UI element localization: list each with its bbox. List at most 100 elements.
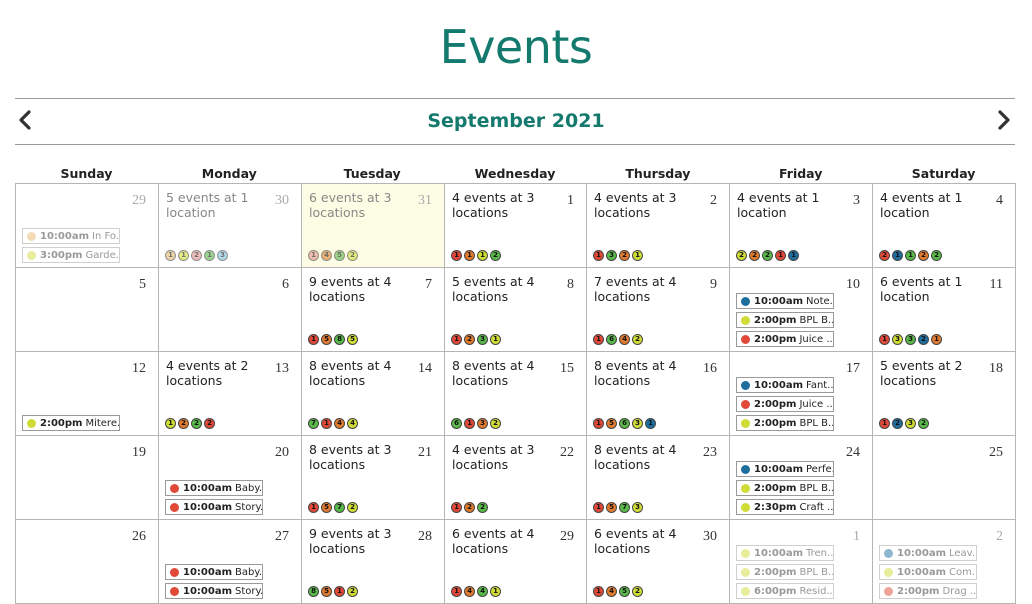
event-item[interactable]: 10:00amPerfe... bbox=[736, 461, 834, 477]
day-cell[interactable]: 19 bbox=[15, 435, 159, 520]
event-item[interactable]: 10:00amCom... bbox=[879, 564, 977, 580]
day-cell[interactable]: 6 bbox=[158, 267, 302, 352]
event-item[interactable]: 2:00pmBPL B... bbox=[736, 312, 834, 328]
location-count-badge[interactable]: 3 bbox=[606, 250, 617, 261]
location-count-badge[interactable]: 7 bbox=[334, 502, 345, 513]
location-count-badge[interactable]: 1 bbox=[334, 586, 345, 597]
day-cell[interactable]: 9 7 events at 4 locations 1 6 4 2 bbox=[586, 267, 730, 352]
next-month-button[interactable] bbox=[993, 108, 1015, 132]
event-summary[interactable]: 9 events at 3 locations bbox=[309, 526, 419, 556]
event-item[interactable]: 2:00pmBPL B... bbox=[736, 415, 834, 431]
day-cell[interactable]: 2010:00amBaby...10:00amStory... bbox=[158, 435, 302, 520]
location-count-badge[interactable]: 1 bbox=[464, 250, 475, 261]
location-count-badge[interactable]: 1 bbox=[308, 502, 319, 513]
location-count-badge[interactable]: 6 bbox=[619, 418, 630, 429]
location-count-badge[interactable]: 2 bbox=[178, 418, 189, 429]
day-cell[interactable]: 12 2:00pmMitere... bbox=[15, 351, 159, 436]
location-count-badge[interactable]: 2 bbox=[632, 334, 643, 345]
day-cell[interactable]: 13 4 events at 2 locations 1 2 2 2 bbox=[158, 351, 302, 436]
location-count-badge[interactable]: 1 bbox=[892, 250, 903, 261]
location-count-badge[interactable]: 1 bbox=[593, 418, 604, 429]
location-count-badge[interactable]: 1 bbox=[451, 250, 462, 261]
event-summary[interactable]: 4 events at 3 locations bbox=[452, 190, 562, 220]
location-count-badge[interactable]: 2 bbox=[749, 250, 760, 261]
event-item[interactable]: 10:00amStory... bbox=[165, 499, 263, 515]
day-cell[interactable]: 1010:00amNote...2:00pmBPL B...2:00pmJuic… bbox=[729, 267, 873, 352]
event-item[interactable]: 10:00amBaby... bbox=[165, 480, 263, 496]
day-cell[interactable]: 26 bbox=[15, 519, 159, 604]
event-item[interactable]: 2:00pm Juice ... bbox=[736, 331, 834, 347]
location-count-badge[interactable]: 1 bbox=[451, 586, 462, 597]
day-cell[interactable]: 34 events at 1 location 2 2 2 1 1 bbox=[729, 183, 873, 268]
day-cell[interactable]: 11 6 events at 1 location 1 3 3 2 1 bbox=[872, 267, 1016, 352]
location-count-badge[interactable]: 3 bbox=[477, 418, 488, 429]
event-item[interactable]: 10:00amTren... bbox=[736, 545, 834, 561]
location-count-badge[interactable]: 1 bbox=[879, 418, 890, 429]
location-count-badge[interactable]: 1 bbox=[165, 418, 176, 429]
day-cell[interactable]: 29 10:00amIn Fo... 3:00pmGarde... bbox=[15, 183, 159, 268]
location-count-badge[interactable]: 1 bbox=[632, 250, 643, 261]
location-count-badge[interactable]: 1 bbox=[645, 418, 656, 429]
location-count-badge[interactable]: 2 bbox=[477, 502, 488, 513]
event-item[interactable]: 10:00amLeav... bbox=[879, 545, 977, 561]
event-summary[interactable]: 6 events at 4 locations bbox=[452, 526, 562, 556]
event-summary[interactable]: 8 events at 4 locations bbox=[594, 442, 704, 472]
event-item[interactable]: 2:00pmBPL B... bbox=[736, 480, 834, 496]
location-count-badge[interactable]: 2 bbox=[931, 250, 942, 261]
event-item[interactable]: 2:30pm Craft ... bbox=[736, 499, 834, 515]
location-count-badge[interactable]: 6 bbox=[606, 334, 617, 345]
day-cell[interactable]: 25 bbox=[872, 435, 1016, 520]
location-count-badge[interactable]: 4 bbox=[334, 418, 345, 429]
location-count-badge[interactable]: 1 bbox=[490, 334, 501, 345]
location-count-badge[interactable]: 1 bbox=[178, 250, 189, 261]
event-item[interactable]: 10:00amStory... bbox=[165, 583, 263, 599]
location-count-badge[interactable]: 1 bbox=[931, 334, 942, 345]
location-count-badge[interactable]: 2 bbox=[347, 502, 358, 513]
location-count-badge[interactable]: 1 bbox=[490, 586, 501, 597]
event-item[interactable]: 3:00pmGarde... bbox=[22, 247, 120, 263]
location-count-badge[interactable]: 2 bbox=[632, 586, 643, 597]
location-count-badge[interactable]: 2 bbox=[204, 418, 215, 429]
day-cell[interactable]: 15 8 events at 4 locations 6 1 3 2 bbox=[444, 351, 587, 436]
location-count-badge[interactable]: 1 bbox=[593, 334, 604, 345]
event-item[interactable]: 2:00pm Juice ... bbox=[736, 396, 834, 412]
location-count-badge[interactable]: 1 bbox=[879, 334, 890, 345]
location-count-badge[interactable]: 2 bbox=[918, 250, 929, 261]
event-summary[interactable]: 5 events at 1 location bbox=[166, 190, 276, 220]
location-count-badge[interactable]: 2 bbox=[191, 418, 202, 429]
location-count-badge[interactable]: 4 bbox=[477, 586, 488, 597]
event-summary[interactable]: 8 events at 4 locations bbox=[594, 358, 704, 388]
location-count-badge[interactable]: 2 bbox=[347, 586, 358, 597]
location-count-badge[interactable]: 2 bbox=[879, 250, 890, 261]
day-cell[interactable]: 21 8 events at 3 locations 1 5 7 2 bbox=[301, 435, 445, 520]
location-count-badge[interactable]: 1 bbox=[204, 250, 215, 261]
location-count-badge[interactable]: 3 bbox=[905, 334, 916, 345]
location-count-badge[interactable]: 1 bbox=[451, 334, 462, 345]
event-summary[interactable]: 9 events at 4 locations bbox=[309, 274, 419, 304]
event-summary[interactable]: 4 events at 3 locations bbox=[594, 190, 704, 220]
location-count-badge[interactable]: 1 bbox=[464, 418, 475, 429]
location-count-badge[interactable]: 2 bbox=[762, 250, 773, 261]
day-cell[interactable]: 22 4 events at 3 locations 1 2 2 bbox=[444, 435, 587, 520]
location-count-badge[interactable]: 5 bbox=[334, 250, 345, 261]
location-count-badge[interactable]: 6 bbox=[451, 418, 462, 429]
location-count-badge[interactable]: 2 bbox=[619, 250, 630, 261]
location-count-badge[interactable]: 1 bbox=[308, 334, 319, 345]
location-count-badge[interactable]: 5 bbox=[321, 334, 332, 345]
day-cell[interactable]: 28 9 events at 3 locations 8 5 1 2 bbox=[301, 519, 445, 604]
event-summary[interactable]: 8 events at 4 locations bbox=[309, 358, 419, 388]
event-item[interactable]: 10:00amIn Fo... bbox=[22, 228, 120, 244]
location-count-badge[interactable]: 4 bbox=[606, 586, 617, 597]
location-count-badge[interactable]: 2 bbox=[490, 250, 501, 261]
location-count-badge[interactable]: 1 bbox=[593, 250, 604, 261]
location-count-badge[interactable]: 2 bbox=[490, 418, 501, 429]
event-item[interactable]: 6:00pm Resid... bbox=[736, 583, 834, 599]
event-item[interactable]: 2:00pmMitere... bbox=[22, 415, 120, 431]
location-count-badge[interactable]: 2 bbox=[918, 334, 929, 345]
event-summary[interactable]: 4 events at 2 locations bbox=[166, 358, 276, 388]
location-count-badge[interactable]: 1 bbox=[477, 250, 488, 261]
day-cell[interactable]: 2410:00amPerfe...2:00pmBPL B...2:30pmCra… bbox=[729, 435, 873, 520]
location-count-badge[interactable]: 4 bbox=[619, 334, 630, 345]
event-item[interactable]: 2:00pm Drag ... bbox=[879, 583, 977, 599]
event-item[interactable]: 2:00pmBPL B... bbox=[736, 564, 834, 580]
